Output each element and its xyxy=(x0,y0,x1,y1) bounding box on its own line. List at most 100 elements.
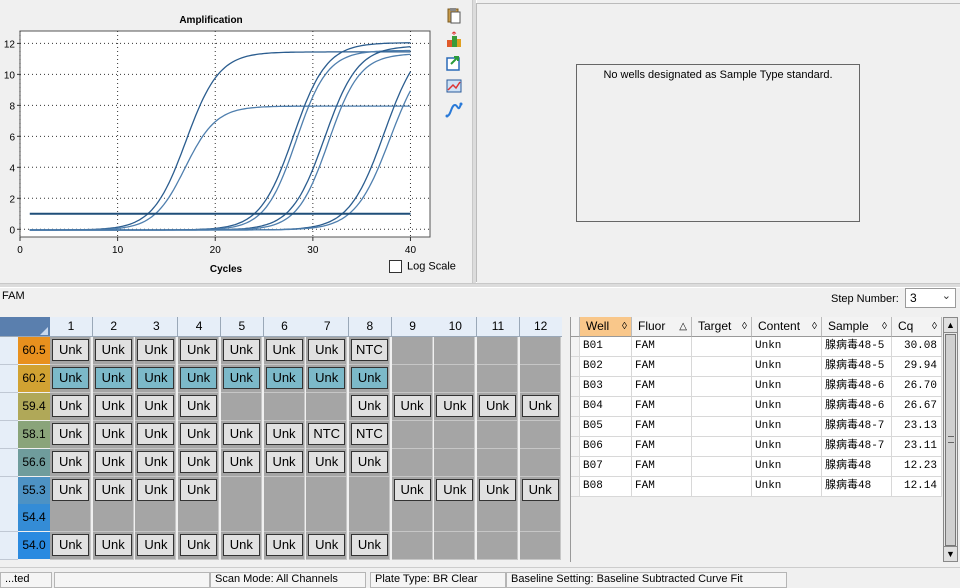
well-button[interactable]: Unk xyxy=(479,394,516,417)
cell-content[interactable]: Unkn xyxy=(752,457,822,477)
well-button[interactable]: Unk xyxy=(265,339,303,361)
cell-cq[interactable]: 26.70 xyxy=(892,377,942,397)
well-button[interactable]: Unk xyxy=(308,534,346,557)
plate-well[interactable]: Unk xyxy=(220,420,262,449)
plate-column-header-1[interactable]: 1 xyxy=(50,317,93,337)
plate-well[interactable]: Unk xyxy=(220,448,262,477)
cell-content[interactable]: Unkn xyxy=(752,377,822,397)
plate-column-header-3[interactable]: 3 xyxy=(135,317,179,337)
plate-well[interactable]: Unk xyxy=(391,392,433,421)
plate-well[interactable]: Unk xyxy=(135,337,177,365)
well-button[interactable]: Unk xyxy=(180,478,218,501)
well-button[interactable]: Unk xyxy=(436,394,474,417)
well-button[interactable]: Unk xyxy=(52,366,89,389)
plate-well[interactable] xyxy=(220,504,262,533)
column-header-content[interactable]: Content ◊ xyxy=(752,317,822,337)
plate-well[interactable]: Unk xyxy=(477,476,518,505)
cell-sample[interactable]: 腺病毒48-7 xyxy=(822,417,892,437)
well-button[interactable]: Unk xyxy=(137,478,175,501)
plate-well[interactable] xyxy=(263,504,305,533)
row-selector[interactable] xyxy=(571,437,580,457)
cell-target[interactable] xyxy=(692,357,752,377)
plate-column-header-2[interactable]: 2 xyxy=(92,317,136,337)
plate-well[interactable] xyxy=(477,448,518,477)
plate-well[interactable]: Unk xyxy=(178,420,220,449)
cell-cq[interactable]: 26.67 xyxy=(892,397,942,417)
plate-well[interactable]: Unk xyxy=(263,364,305,393)
scroll-thumb[interactable] xyxy=(945,334,956,546)
well-button[interactable]: NTC xyxy=(350,339,388,361)
log-scale-toggle[interactable]: Log Scale xyxy=(389,260,456,273)
plate-row-header[interactable] xyxy=(0,337,18,365)
plate-well[interactable]: Unk xyxy=(220,337,262,365)
cell-cq[interactable]: 23.11 xyxy=(892,437,942,457)
row-selector[interactable] xyxy=(571,417,580,437)
plate-well[interactable]: Unk xyxy=(263,337,305,365)
plate-well[interactable]: Unk xyxy=(92,476,134,505)
plate-well[interactable]: Unk xyxy=(135,448,177,477)
plate-well[interactable]: Unk xyxy=(178,532,220,561)
well-button[interactable]: NTC xyxy=(350,422,388,445)
plate-column-header-9[interactable]: 9 xyxy=(391,317,435,337)
plate-well[interactable]: Unk xyxy=(135,532,177,561)
plate-well[interactable]: Unk xyxy=(306,364,348,393)
well-button[interactable]: Unk xyxy=(52,478,89,501)
well-button[interactable]: Unk xyxy=(521,394,559,417)
well-button[interactable]: Unk xyxy=(137,534,175,557)
well-button[interactable]: Unk xyxy=(308,339,346,361)
cell-target[interactable] xyxy=(692,457,752,477)
cell-content[interactable]: Unkn xyxy=(752,397,822,417)
plate-row-header[interactable] xyxy=(0,392,18,421)
plate-well[interactable] xyxy=(135,504,177,533)
plate-well[interactable]: Unk xyxy=(434,476,476,505)
well-button[interactable]: Unk xyxy=(94,450,132,473)
plate-well[interactable] xyxy=(519,532,561,561)
plate-column-header-11[interactable]: 11 xyxy=(477,317,520,337)
cell-content[interactable]: Unkn xyxy=(752,357,822,377)
cell-cq[interactable]: 12.23 xyxy=(892,457,942,477)
plate-row-header[interactable] xyxy=(0,448,18,477)
cell-sample[interactable]: 腺病毒48-6 xyxy=(822,397,892,417)
well-button[interactable]: Unk xyxy=(180,366,218,389)
column-header-fluor[interactable]: Fluor △ xyxy=(632,317,692,337)
plate-well[interactable] xyxy=(434,420,476,449)
plate-well[interactable]: Unk xyxy=(178,448,220,477)
plate-well[interactable]: Unk xyxy=(135,476,177,505)
plate-well[interactable]: Unk xyxy=(263,420,305,449)
well-button[interactable]: Unk xyxy=(180,339,218,361)
cell-target[interactable] xyxy=(692,417,752,437)
plate-well[interactable]: Unk xyxy=(92,337,134,365)
plate-well[interactable]: Unk xyxy=(348,448,390,477)
plate-well[interactable]: Unk xyxy=(178,392,220,421)
plate-well[interactable]: Unk xyxy=(306,532,348,561)
plate-well[interactable]: Unk xyxy=(220,364,262,393)
plate-column-header-12[interactable]: 12 xyxy=(519,317,562,337)
chart-settings-icon[interactable] xyxy=(445,77,463,95)
well-button[interactable]: Unk xyxy=(137,366,175,389)
cell-cq[interactable]: 29.94 xyxy=(892,357,942,377)
cell-target[interactable] xyxy=(692,437,752,457)
cell-fluor[interactable]: FAM xyxy=(632,357,692,377)
well-button[interactable]: Unk xyxy=(180,450,218,473)
plate-well[interactable] xyxy=(306,476,348,505)
plate-well[interactable] xyxy=(519,504,561,533)
table-scrollbar[interactable]: ▲ ▼ xyxy=(943,317,958,562)
plate-well[interactable] xyxy=(178,504,220,533)
plate-well[interactable]: Unk xyxy=(92,364,134,393)
plate-well[interactable] xyxy=(434,448,476,477)
row-selector[interactable] xyxy=(571,377,580,397)
well-button[interactable]: Unk xyxy=(222,534,260,557)
plate-well[interactable] xyxy=(92,504,134,533)
well-button[interactable]: Unk xyxy=(94,422,132,445)
well-button[interactable]: Unk xyxy=(52,394,89,417)
well-button[interactable]: Unk xyxy=(521,478,559,501)
plate-well[interactable]: NTC xyxy=(348,337,390,365)
well-button[interactable]: Unk xyxy=(393,478,431,501)
plate-column-header-6[interactable]: 6 xyxy=(263,317,307,337)
well-button[interactable]: Unk xyxy=(350,534,388,557)
cell-cq[interactable]: 30.08 xyxy=(892,337,942,357)
cell-cq[interactable]: 12.14 xyxy=(892,477,942,497)
well-button[interactable]: Unk xyxy=(350,394,388,417)
sort-icon[interactable]: △ xyxy=(679,317,687,336)
cell-content[interactable]: Unkn xyxy=(752,477,822,497)
